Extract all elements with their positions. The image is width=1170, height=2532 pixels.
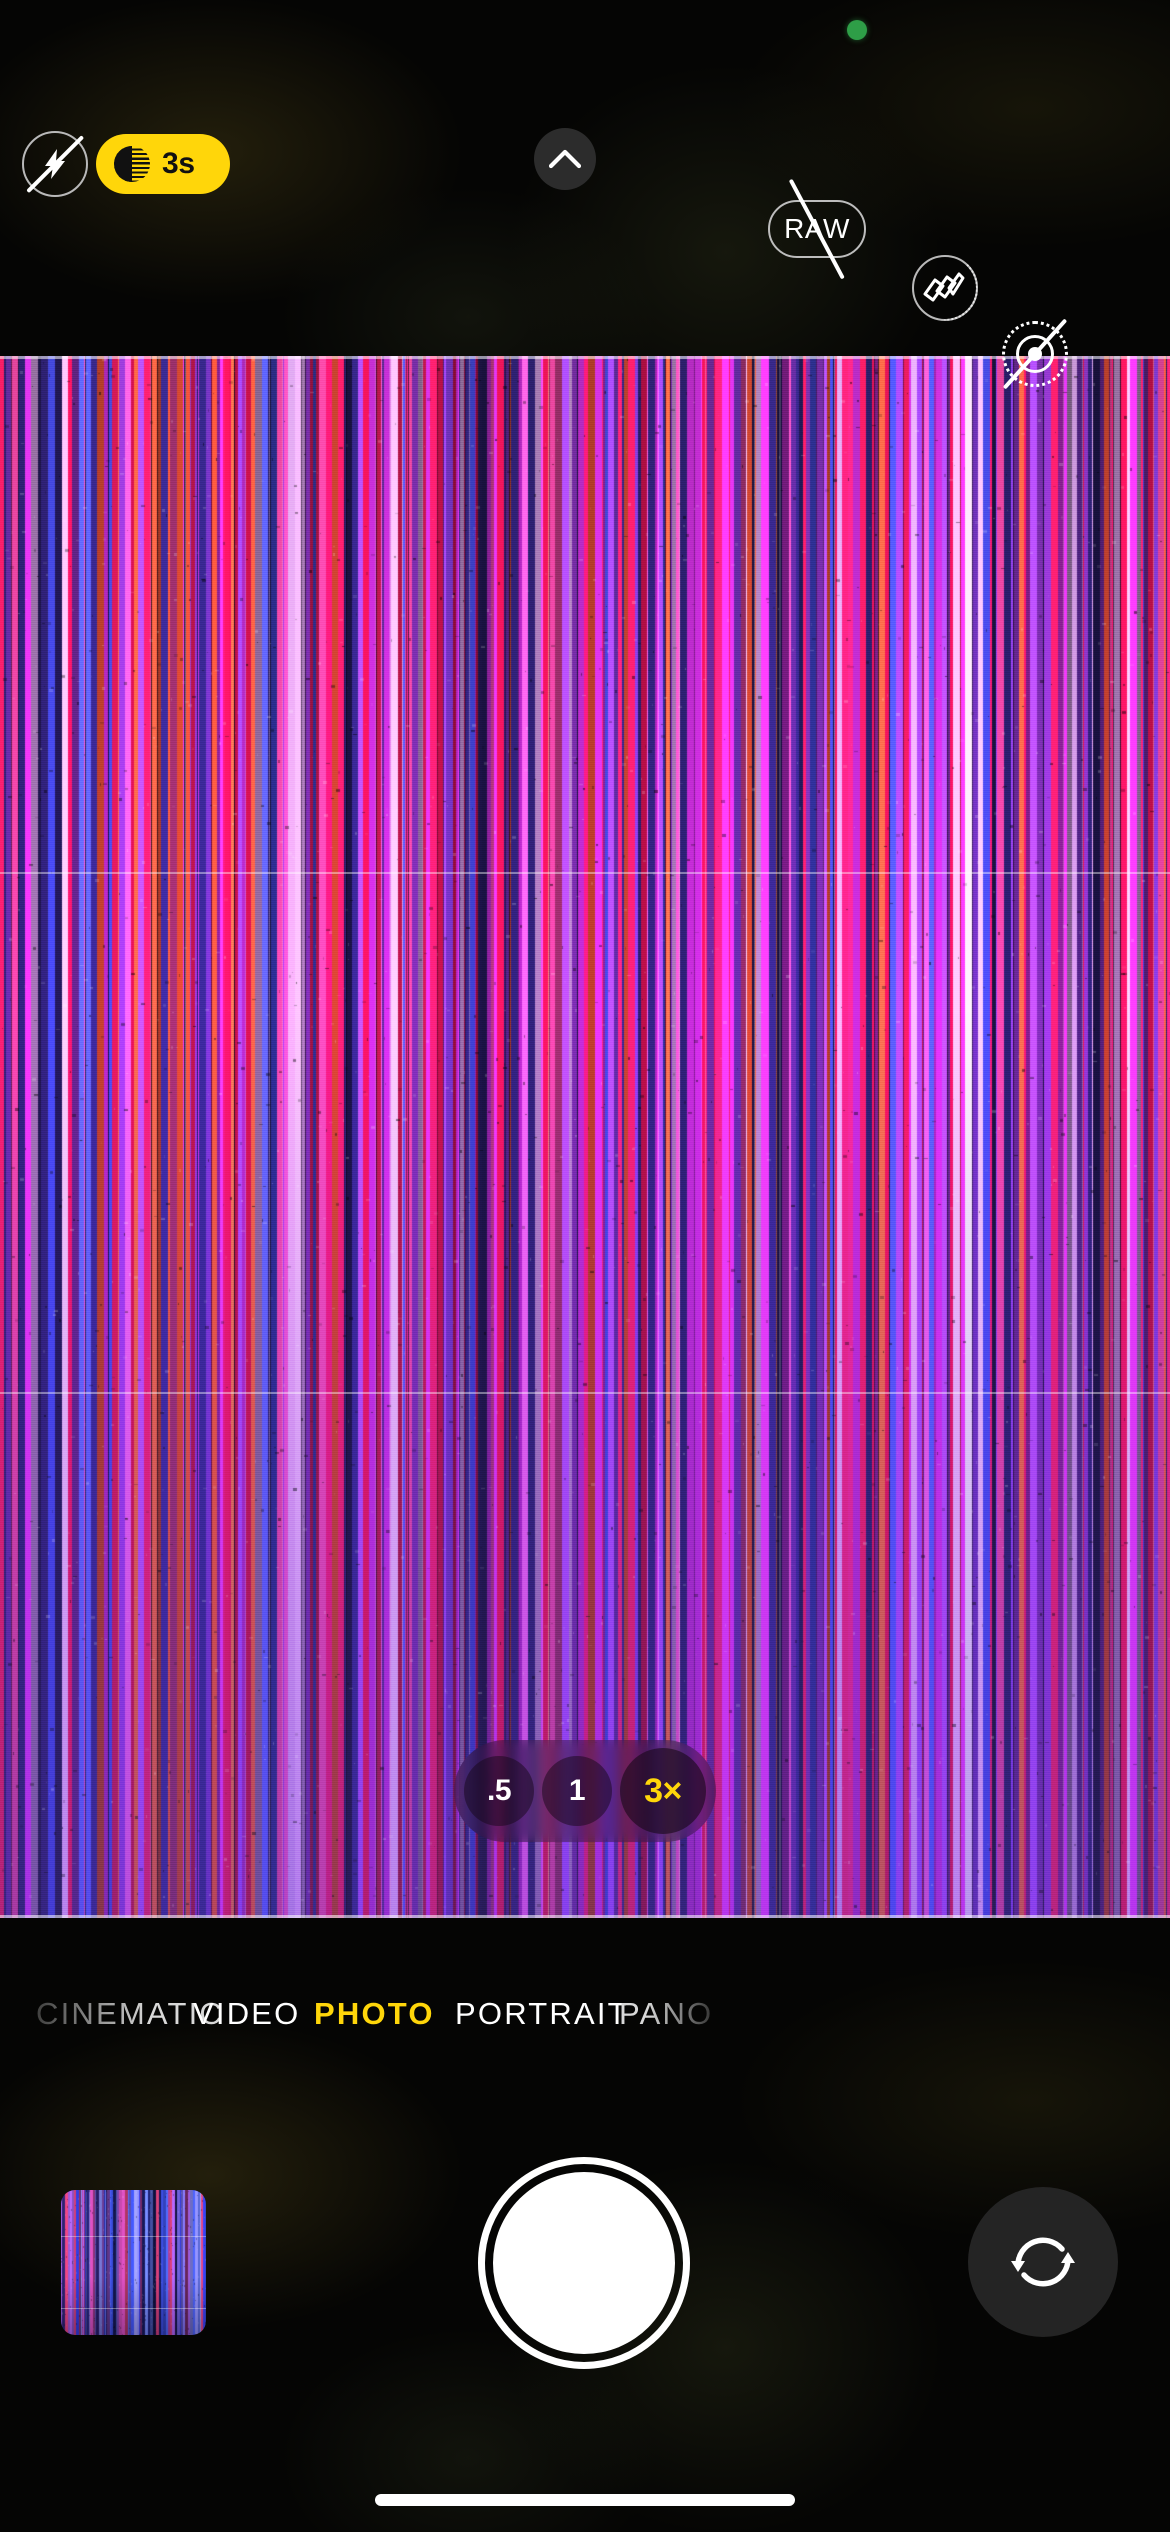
mode-tab-video[interactable]: VIDEO — [193, 1998, 300, 2029]
zoom-option-0.5x[interactable]: .5 — [464, 1756, 534, 1826]
zoom-option-1x[interactable]: 1 — [542, 1756, 612, 1826]
shutter-button[interactable] — [478, 2157, 690, 2369]
photographic-styles-icon — [923, 272, 965, 302]
flash-off-button[interactable] — [22, 131, 88, 197]
flash-slash-icon — [26, 135, 84, 193]
night-mode-button[interactable]: 3s — [96, 134, 230, 194]
zoom-option-label: 3× — [644, 1771, 682, 1810]
raw-toggle-button[interactable]: RAW — [768, 178, 866, 280]
viewfinder-noise-overlay — [0, 356, 1170, 1918]
viewfinder-top-edge — [0, 356, 1170, 359]
night-mode-duration-label: 3s — [162, 147, 195, 180]
zoom-option-3x[interactable]: 3× — [620, 1748, 706, 1834]
night-mode-moon-icon — [114, 146, 150, 182]
flip-camera-icon — [1011, 2237, 1075, 2287]
zoom-selector: .5 1 3× — [454, 1740, 716, 1842]
home-indicator — [375, 2494, 795, 2506]
zoom-option-label: .5 — [486, 1774, 512, 1807]
camera-app-screen: 3s RAW — [0, 0, 1170, 2532]
expand-controls-button[interactable] — [534, 128, 596, 190]
thumbnail-grid-line-1 — [61, 2236, 206, 2237]
photographic-styles-button[interactable] — [912, 254, 978, 321]
photo-library-thumbnail-button[interactable] — [61, 2190, 206, 2335]
chevron-up-icon — [549, 149, 581, 169]
camera-bottom-bar — [0, 2090, 1170, 2369]
zoom-option-label: 1 — [568, 1774, 586, 1807]
status-bar — [0, 0, 1170, 56]
viewfinder-bottom-edge — [0, 1915, 1170, 1918]
mode-tab-pano[interactable]: PANO — [619, 1998, 713, 2029]
grid-line-vertical-1 — [389, 356, 391, 1918]
mode-tab-portrait[interactable]: PORTRAIT — [455, 1998, 629, 2029]
mode-tab-photo[interactable]: PHOTO — [314, 1998, 435, 2029]
camera-viewfinder[interactable] — [0, 356, 1170, 1918]
grid-line-horizontal-2 — [0, 1392, 1170, 1394]
grid-line-vertical-2 — [779, 356, 781, 1918]
flip-camera-button[interactable] — [968, 2187, 1118, 2337]
camera-mode-selector: CINEMATIC VIDEO PHOTO PORTRAIT PANO — [0, 1978, 1170, 2048]
grid-line-horizontal-1 — [0, 872, 1170, 874]
camera-in-use-indicator-icon — [847, 20, 867, 40]
camera-top-control-bar: 3s RAW — [0, 128, 1170, 390]
thumbnail-grid-line-2 — [61, 2308, 206, 2309]
thumbnail-image — [61, 2190, 206, 2335]
shutter-inner-circle — [493, 2172, 675, 2354]
live-photo-off-button[interactable] — [1002, 318, 1068, 390]
